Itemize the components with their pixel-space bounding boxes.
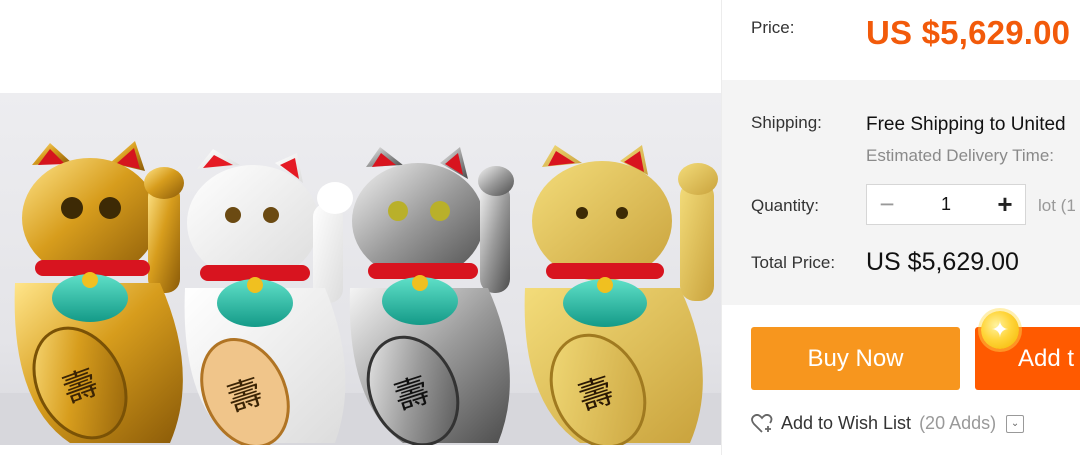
gold-cat: 壽 (14, 141, 184, 443)
glitter-gold-cat: 壽 (524, 145, 718, 445)
product-image[interactable]: 壽 壽 壽 壽 (0, 93, 721, 445)
minus-icon[interactable]: − (867, 185, 907, 224)
lot-text: lot (1 (1038, 196, 1076, 215)
quantity-stepper: − + (866, 184, 1026, 225)
price-value: US $5,629.00 (866, 14, 1071, 51)
quantity-label: Quantity: (751, 196, 820, 215)
buy-now-button[interactable]: Buy Now (751, 327, 960, 390)
silver-cat: 壽 (349, 147, 514, 445)
quantity-input[interactable] (907, 185, 985, 224)
add-to-wishlist-link[interactable]: Add to Wish List (20 Adds) ⌄ (751, 413, 1025, 434)
chevron-down-icon[interactable]: ⌄ (1006, 414, 1025, 433)
shipping-label: Shipping: (751, 113, 822, 132)
wishlist-label: Add to Wish List (781, 413, 912, 433)
purchase-panel: Price: US $5,629.00 Shipping: Free Shipp… (722, 0, 1080, 455)
delivery-time: Estimated Delivery Time: (866, 146, 1054, 165)
wishlist-count: (20 Adds) (919, 413, 997, 433)
heart-plus-icon (751, 413, 773, 433)
coin-icon: ✦ (981, 311, 1019, 349)
price-label: Price: (751, 18, 795, 37)
shipping-value[interactable]: Free Shipping to United (866, 114, 1066, 136)
lucky-cats-illustration: 壽 壽 壽 壽 (0, 141, 721, 445)
total-price-value: US $5,629.00 (866, 248, 1019, 276)
plus-icon[interactable]: + (985, 185, 1025, 224)
white-cat: 壽 (184, 149, 353, 445)
total-price-label: Total Price: (751, 253, 836, 272)
